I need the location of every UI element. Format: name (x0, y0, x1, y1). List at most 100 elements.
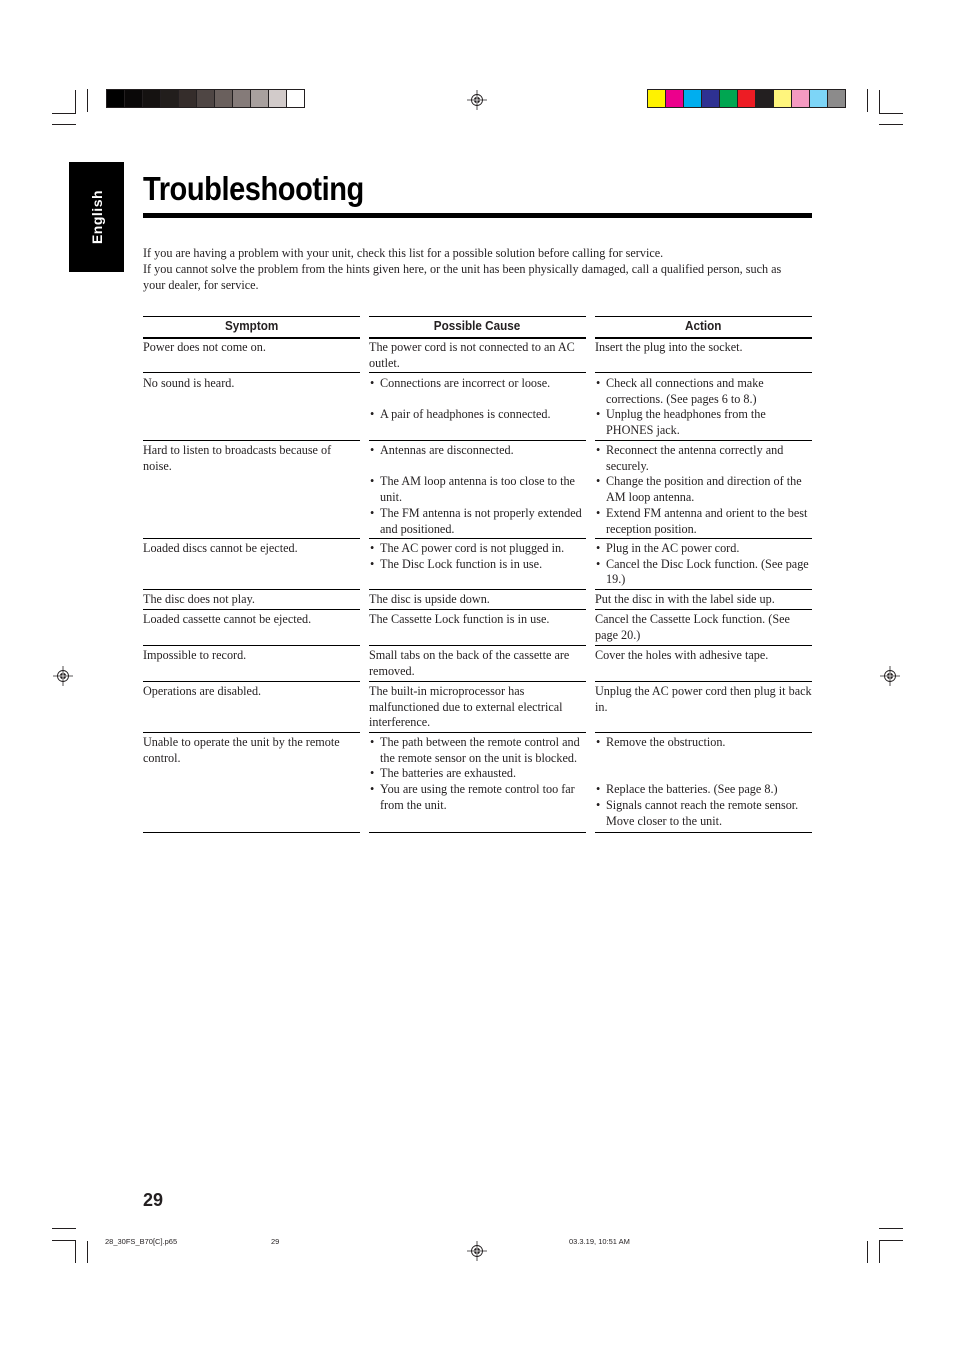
symptom-cell: Operations are disabled. (143, 682, 360, 733)
cause-text: A pair of headphones is connected. (369, 407, 586, 423)
grayscale-swatch (179, 90, 196, 107)
crop-mark-top-right-h2 (879, 124, 903, 125)
table-row: Unable to operate the unit by the remote… (143, 733, 812, 833)
action-text: Cover the holes with adhesive tape. (595, 648, 769, 662)
cause-text: The path between the remote control and … (369, 735, 586, 766)
crop-mark-bottom-left-v2 (87, 1241, 88, 1263)
action-text: Signals cannot reach the remote sensor. … (595, 798, 812, 829)
table-row: Impossible to record. Small tabs on the b… (143, 646, 812, 682)
action-cell: Cover the holes with adhesive tape. (595, 646, 812, 682)
symptom-text: Loaded discs cannot be ejected. (143, 541, 298, 555)
action-text: Change the position and direction of the… (595, 474, 812, 505)
cause-cell: The power cord is not connected to an AC… (369, 338, 586, 373)
action-cell: Reconnect the antenna correctly and secu… (595, 441, 812, 539)
action-text: Replace the batteries. (See page 8.) (595, 782, 812, 798)
cause-cell: Connections are incorrect or loose. A pai… (369, 374, 586, 441)
cause-cell: The Cassette Lock function is in use. (369, 610, 586, 646)
slug-timestamp: 03.3.19, 10:51 AM (569, 1237, 630, 1246)
header-symptom: Symptom (143, 316, 360, 339)
action-cell: Remove the obstruction. Replace the batte… (595, 733, 812, 833)
symptom-text: Loaded cassette cannot be ejected. (143, 612, 312, 626)
grayscale-swatch (233, 90, 250, 107)
symptom-cell: Hard to listen to broadcasts because of … (143, 441, 360, 539)
cause-cell: Small tabs on the back of the cassette a… (369, 646, 586, 682)
language-tab-label: English (88, 189, 105, 245)
action-text: Unplug the AC power cord then plug it ba… (595, 684, 812, 714)
action-cell: Put the disc in with the label side up. (595, 590, 812, 610)
crop-mark-bottom-left-v1 (75, 1240, 76, 1263)
action-text: Insert the plug into the socket. (595, 340, 743, 354)
action-text: Unplug the headphones from the PHONES ja… (595, 407, 812, 438)
process-colorbar (647, 89, 846, 108)
table-row: Hard to listen to broadcasts because of … (143, 441, 812, 539)
action-cell: Plug in the AC power cord.Cancel the Dis… (595, 539, 812, 590)
cause-cell: Antennas are disconnected. The AM loop an… (369, 441, 586, 539)
cause-cell: The path between the remote control and … (369, 733, 586, 833)
action-cell: Cancel the Cassette Lock function. (See … (595, 610, 812, 646)
process-swatch (684, 90, 701, 107)
process-swatch (792, 90, 809, 107)
crop-mark-bottom-left-h2 (52, 1240, 76, 1241)
cause-text: You are using the remote control too far… (369, 782, 586, 813)
header-action: Action (595, 316, 812, 339)
cause-cell: The built-in microprocessor has malfunct… (369, 682, 586, 733)
registration-mark-bottom-icon (467, 1241, 487, 1261)
crop-mark-top-right-v1 (867, 89, 868, 112)
grayscale-swatch (125, 90, 142, 107)
process-swatch (720, 90, 737, 107)
registration-mark-right-icon (880, 666, 900, 686)
slug-page: 29 (271, 1237, 280, 1246)
cause-text: The power cord is not connected to an AC… (369, 340, 575, 370)
cause-text: The AM loop antenna is too close to the … (369, 474, 586, 505)
cause-text: Connections are incorrect or loose. (369, 376, 586, 392)
action-cell: Check all connections and make correctio… (595, 374, 812, 441)
symptom-cell: No sound is heard. (143, 374, 360, 441)
action-text: Check all connections and make correctio… (595, 376, 812, 407)
crop-mark-bottom-right-h2 (879, 1240, 903, 1241)
symptom-cell: Power does not come on. (143, 338, 360, 373)
intro-text: If you are having a problem with your un… (143, 245, 823, 293)
cause-text: The FM antenna is not properly extended … (369, 506, 586, 537)
slug-filename: 28_30FS_B70[C].p65 (105, 1237, 178, 1246)
grayscale-swatch (251, 90, 268, 107)
grayscale-swatch (215, 90, 232, 107)
table-row: Power does not come on. The power cord is… (143, 338, 812, 373)
grayscale-swatch (197, 90, 214, 107)
cause-text: The disc is upside down. (369, 592, 490, 606)
symptom-text: Power does not come on. (143, 340, 266, 354)
symptom-cell: Loaded cassette cannot be ejected. (143, 610, 360, 646)
cause-text: The batteries are exhausted. (369, 766, 586, 782)
grayscale-swatch (287, 90, 304, 107)
crop-mark-top-right-v2 (879, 90, 880, 113)
grayscale-swatch (107, 90, 124, 107)
crop-mark-top-left-v2 (87, 89, 88, 112)
registration-mark-left-icon (53, 666, 73, 686)
intro-paragraph: If you cannot solve the problem from the… (143, 262, 782, 292)
grayscale-swatch (161, 90, 178, 107)
action-text: Extend FM antenna and orient to the best… (595, 506, 812, 537)
registration-mark-top-icon (467, 90, 487, 110)
language-tab: English (69, 162, 124, 272)
symptom-text: No sound is heard. (143, 376, 235, 390)
symptom-cell: The disc does not play. (143, 590, 360, 610)
crop-mark-top-right-h1 (879, 113, 903, 114)
crop-mark-top-left-h1 (52, 113, 76, 114)
table-row: Operations are disabled. The built-in mic… (143, 682, 812, 733)
process-swatch (828, 90, 845, 107)
symptom-text: Operations are disabled. (143, 684, 262, 698)
cause-text: Antennas are disconnected. (369, 443, 586, 459)
symptom-cell: Unable to operate the unit by the remote… (143, 733, 360, 833)
grayscale-swatch (143, 90, 160, 107)
action-text: Put the disc in with the label side up. (595, 592, 775, 606)
action-text: Remove the obstruction. (595, 735, 812, 751)
header-possible-cause: Possible Cause (369, 316, 586, 339)
action-cell: Unplug the AC power cord then plug it ba… (595, 682, 812, 733)
cause-text: The AC power cord is not plugged in. (369, 541, 586, 557)
symptom-cell: Loaded discs cannot be ejected. (143, 539, 360, 590)
action-text: Cancel the Cassette Lock function. (See … (595, 612, 790, 642)
process-swatch (738, 90, 755, 107)
process-swatch (648, 90, 665, 107)
page-title: Troubleshooting (143, 170, 364, 207)
process-swatch (810, 90, 827, 107)
cause-text: Small tabs on the back of the cassette a… (369, 648, 570, 678)
